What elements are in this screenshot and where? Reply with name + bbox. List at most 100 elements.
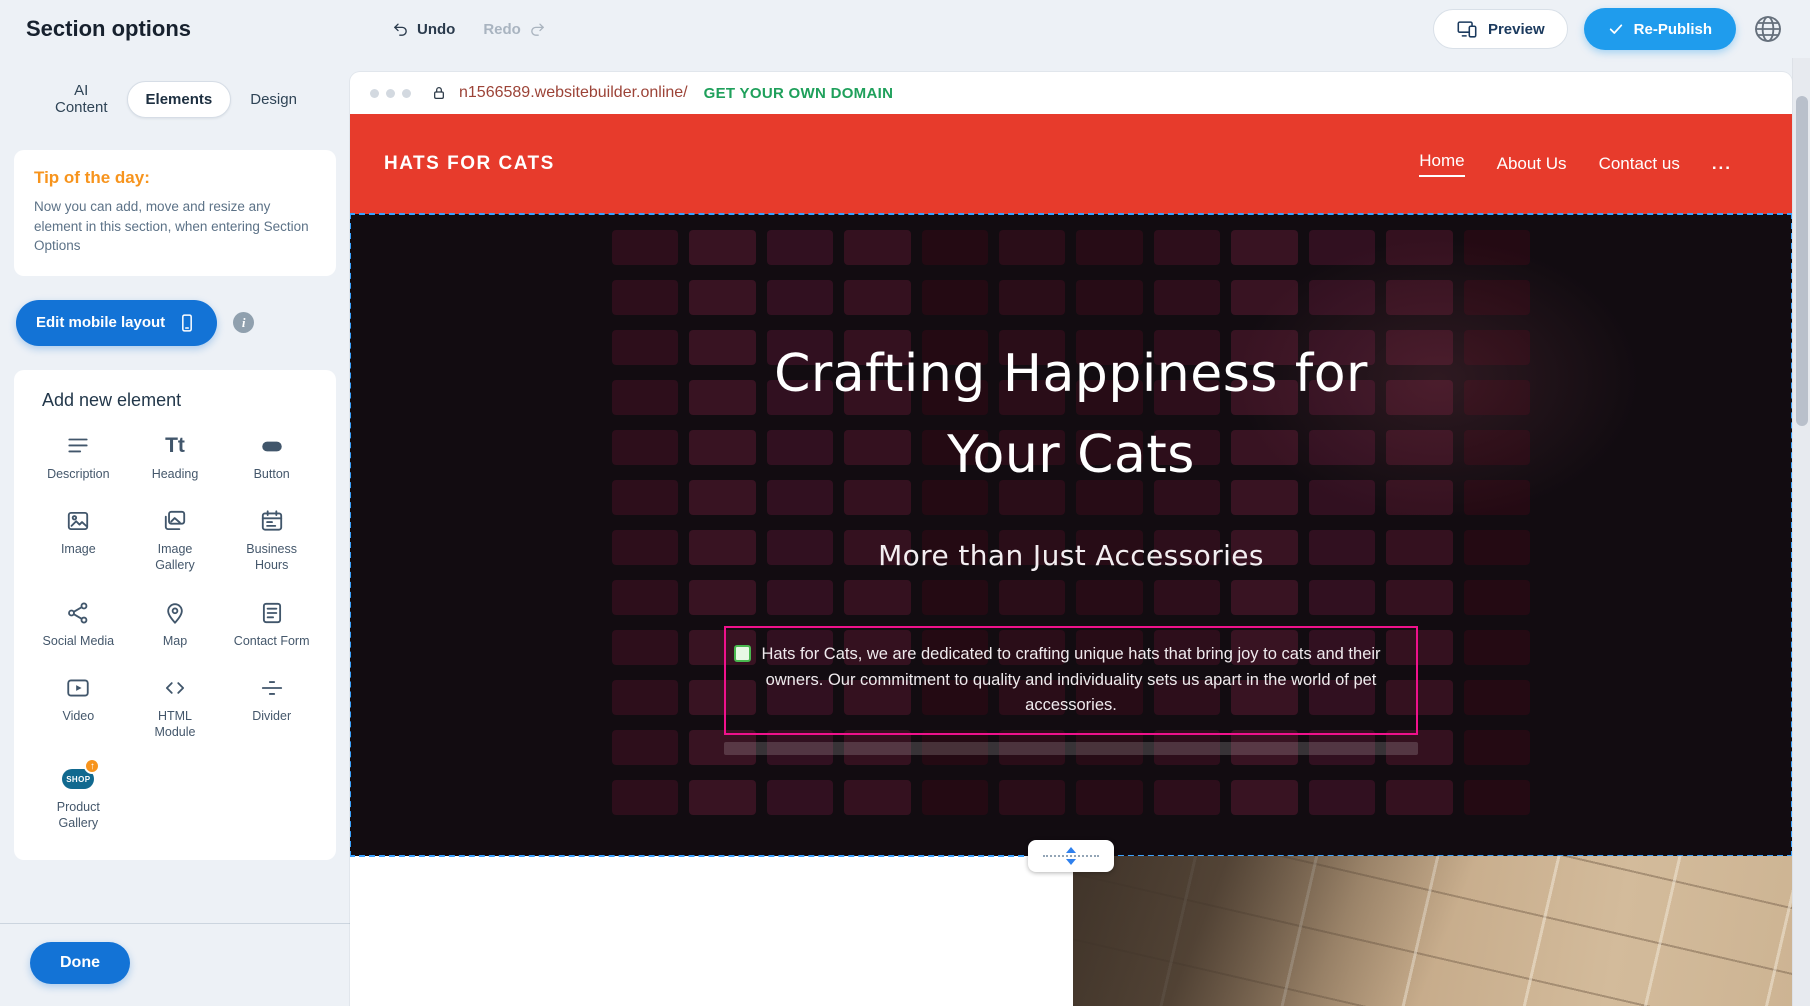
window-dots-icon <box>370 89 411 98</box>
site-url: n1566589.websitebuilder.online/ <box>459 84 688 102</box>
globe-icon <box>1752 13 1784 45</box>
element-divider[interactable]: Divider <box>223 675 320 740</box>
element-social-media[interactable]: Social Media <box>30 600 127 650</box>
element-product-gallery[interactable]: SHOP ↑ Product Gallery <box>30 766 127 831</box>
nav-about-us[interactable]: About Us <box>1497 154 1567 174</box>
phone-icon <box>177 313 197 333</box>
arrow-up-icon <box>1066 847 1076 853</box>
hero-content: Crafting Happiness for Your Cats More th… <box>350 214 1792 856</box>
video-icon <box>65 675 91 701</box>
selected-paragraph-element[interactable]: Hats for Cats, we are dedicated to craft… <box>724 626 1418 735</box>
tip-body: Now you can add, move and resize any ele… <box>34 197 316 256</box>
element-label: Image Gallery <box>137 542 213 573</box>
html-module-icon <box>162 675 188 701</box>
section-resize-handle[interactable] <box>1028 840 1114 872</box>
check-icon <box>1608 21 1624 37</box>
element-image[interactable]: Image <box>30 508 127 573</box>
done-button[interactable]: Done <box>30 942 130 984</box>
hero-paragraph[interactable]: Hats for Cats, we are dedicated to craft… <box>752 642 1390 719</box>
element-label: Product Gallery <box>40 800 116 831</box>
heading-icon: Tt <box>165 433 185 459</box>
element-label: Image <box>61 542 96 558</box>
map-pin-icon <box>162 600 188 626</box>
element-contact-form[interactable]: Contact Form <box>223 600 320 650</box>
language-globe-button[interactable] <box>1752 13 1784 45</box>
scrollbar-thumb[interactable] <box>1796 96 1808 426</box>
nav-contact-us[interactable]: Contact us <box>1599 154 1680 174</box>
contact-form-icon <box>259 600 285 626</box>
sidebar-tabs: AI Content Elements Design <box>14 58 336 126</box>
add-element-title: Add new element <box>42 390 320 411</box>
editor-canvas: n1566589.websitebuilder.online/ GET YOUR… <box>350 58 1810 1006</box>
upgrade-badge-icon: ↑ <box>84 758 100 774</box>
page-title: Section options <box>26 16 191 42</box>
nav-more-button[interactable]: ... <box>1712 154 1732 174</box>
tip-of-the-day-panel: Tip of the day: Now you can add, move an… <box>14 150 336 276</box>
element-html-module[interactable]: HTML Module <box>127 675 224 740</box>
site-preview-window: n1566589.websitebuilder.online/ GET YOUR… <box>350 72 1792 1006</box>
get-domain-link[interactable]: GET YOUR OWN DOMAIN <box>704 85 894 102</box>
product-gallery-icon: SHOP ↑ <box>62 766 94 792</box>
element-video[interactable]: Video <box>30 675 127 740</box>
info-icon[interactable]: i <box>233 312 254 333</box>
element-drag-handle[interactable] <box>734 645 751 662</box>
element-button[interactable]: Button <box>223 433 320 483</box>
republish-label: Re-Publish <box>1634 21 1712 38</box>
tab-elements[interactable]: Elements <box>127 81 232 118</box>
description-icon <box>65 433 91 459</box>
hero-section-selected[interactable]: Crafting Happiness for Your Cats More th… <box>350 214 1792 856</box>
edit-mobile-layout-label: Edit mobile layout <box>36 314 165 331</box>
element-label: Social Media <box>43 634 115 650</box>
social-media-icon <box>65 600 91 626</box>
devices-icon <box>1456 18 1478 40</box>
element-grid: Description Tt Heading Button Image <box>30 433 320 832</box>
undo-button[interactable]: Undo <box>392 21 455 38</box>
body-row: AI Content Elements Design Tip of the da… <box>0 58 1810 1006</box>
element-label: Divider <box>252 709 291 725</box>
section-options-sidebar: AI Content Elements Design Tip of the da… <box>0 58 350 1006</box>
button-icon <box>259 433 285 459</box>
topbar: Section options Undo Redo Preview Re-Pub… <box>0 0 1810 58</box>
hero-subheading[interactable]: More than Just Accessories <box>878 539 1264 572</box>
hero-heading[interactable]: Crafting Happiness for Your Cats <box>774 334 1368 495</box>
divider-icon <box>259 675 285 701</box>
next-section <box>350 856 1792 1006</box>
element-business-hours[interactable]: Business Hours <box>223 508 320 573</box>
mobile-layout-row: Edit mobile layout i <box>14 300 336 346</box>
sidebar-footer: Done <box>0 923 350 1006</box>
tab-ai-content[interactable]: AI Content <box>36 72 127 126</box>
redo-button[interactable]: Redo <box>483 21 546 38</box>
republish-button[interactable]: Re-Publish <box>1584 8 1736 50</box>
site-logo[interactable]: HATS FOR CATS <box>384 153 555 175</box>
nav-home[interactable]: Home <box>1419 151 1464 177</box>
element-label: Description <box>47 467 110 483</box>
image-icon <box>65 508 91 534</box>
lock-icon <box>431 85 447 101</box>
redo-label: Redo <box>483 21 521 38</box>
redo-icon <box>529 21 546 38</box>
arrow-down-icon <box>1066 859 1076 865</box>
add-element-panel: Add new element Description Tt Heading B… <box>14 370 336 860</box>
hero-heading-line1: Crafting Happiness for <box>774 334 1368 415</box>
image-gallery-icon <box>162 508 188 534</box>
undo-icon <box>392 21 409 38</box>
element-label: Video <box>62 709 94 725</box>
history-controls: Undo Redo <box>392 21 546 38</box>
business-hours-icon <box>259 508 285 534</box>
page-scrollbar[interactable] <box>1792 58 1810 1006</box>
element-heading[interactable]: Tt Heading <box>127 433 224 483</box>
tab-design[interactable]: Design <box>231 81 316 118</box>
element-description[interactable]: Description <box>30 433 127 483</box>
browser-bar: n1566589.websitebuilder.online/ GET YOUR… <box>350 72 1792 114</box>
drag-dots-icon <box>1043 855 1099 857</box>
site-header: HATS FOR CATS Home About Us Contact us .… <box>350 114 1792 214</box>
edit-mobile-layout-button[interactable]: Edit mobile layout <box>16 300 217 346</box>
element-map[interactable]: Map <box>127 600 224 650</box>
next-section-white-block <box>350 856 1073 1006</box>
preview-button[interactable]: Preview <box>1433 9 1568 49</box>
tip-title: Tip of the day: <box>34 168 316 188</box>
element-image-gallery[interactable]: Image Gallery <box>127 508 224 573</box>
undo-label: Undo <box>417 21 455 38</box>
element-label: Heading <box>152 467 199 483</box>
element-label: HTML Module <box>137 709 213 740</box>
